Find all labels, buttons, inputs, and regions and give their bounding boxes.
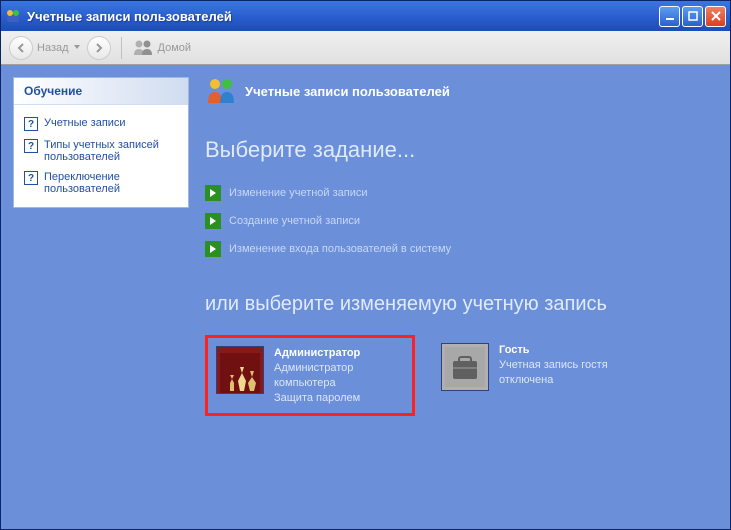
- question-icon: ?: [24, 139, 38, 153]
- titlebar: Учетные записи пользователей: [1, 1, 730, 31]
- maximize-button[interactable]: [682, 6, 703, 27]
- back-arrow-icon: [9, 36, 33, 60]
- help-link-switch-users[interactable]: ? Переключение пользователей: [24, 167, 178, 199]
- forward-arrow-icon: [87, 36, 111, 60]
- task-label: Создание учетной записи: [229, 215, 360, 227]
- account-list: Администратор Администратор компьютера З…: [205, 335, 714, 416]
- task-create-account[interactable]: Создание учетной записи: [205, 207, 714, 235]
- toolbar: Назад Домой: [1, 31, 730, 65]
- help-link-label: Переключение пользователей: [44, 171, 178, 195]
- users-icon: [205, 75, 237, 107]
- task-change-account[interactable]: Изменение учетной записи: [205, 179, 714, 207]
- help-link-accounts[interactable]: ? Учетные записи: [24, 113, 178, 135]
- account-guest[interactable]: Гость Учетная запись гостя отключена: [433, 335, 643, 416]
- task-label: Изменение входа пользователей в систему: [229, 243, 451, 255]
- arrow-icon: [205, 185, 221, 201]
- task-heading: Выберите задание...: [205, 137, 714, 163]
- app-icon: [5, 8, 21, 24]
- question-icon: ?: [24, 171, 38, 185]
- task-change-logon[interactable]: Изменение входа пользователей в систему: [205, 235, 714, 263]
- account-status: Защита паролем: [274, 391, 404, 406]
- forward-button[interactable]: [87, 36, 111, 60]
- account-picture-briefcase-icon: [441, 343, 489, 391]
- learn-panel: Обучение ? Учетные записи ? Типы учетных…: [13, 77, 189, 208]
- account-administrator[interactable]: Администратор Администратор компьютера З…: [205, 335, 415, 416]
- account-info: Администратор Администратор компьютера З…: [274, 346, 404, 405]
- arrow-icon: [205, 241, 221, 257]
- account-info: Гость Учетная запись гостя отключена: [499, 343, 635, 408]
- back-dropdown-icon: [73, 42, 81, 54]
- content-area: Обучение ? Учетные записи ? Типы учетных…: [1, 65, 730, 529]
- window-buttons: [659, 6, 726, 27]
- task-label: Изменение учетной записи: [229, 187, 368, 199]
- back-button[interactable]: Назад: [9, 36, 81, 60]
- account-name: Администратор: [274, 346, 404, 361]
- accounts-heading: или выберите изменяемую учетную запись: [205, 291, 714, 317]
- task-section: Выберите задание... Изменение учетной за…: [201, 117, 718, 416]
- help-link-label: Учетные записи: [44, 117, 126, 129]
- window: Учетные записи пользователей Назад Домой…: [0, 0, 731, 530]
- account-role: Администратор компьютера: [274, 361, 404, 391]
- account-name: Гость: [499, 343, 635, 358]
- main-pane: Учетные записи пользователей Выберите за…: [201, 65, 730, 529]
- learn-panel-body: ? Учетные записи ? Типы учетных записей …: [14, 105, 188, 207]
- close-button[interactable]: [705, 6, 726, 27]
- home-label: Домой: [158, 42, 192, 54]
- question-icon: ?: [24, 117, 38, 131]
- window-title: Учетные записи пользователей: [27, 9, 659, 24]
- minimize-button[interactable]: [659, 6, 680, 27]
- back-label: Назад: [37, 42, 69, 54]
- account-role: Учетная запись гостя отключена: [499, 358, 635, 388]
- help-link-account-types[interactable]: ? Типы учетных записей пользователей: [24, 135, 178, 167]
- main-header-title: Учетные записи пользователей: [245, 84, 450, 99]
- home-people-icon: [132, 37, 154, 59]
- learn-panel-title: Обучение: [14, 78, 188, 105]
- arrow-icon: [205, 213, 221, 229]
- main-header: Учетные записи пользователей: [201, 65, 718, 117]
- toolbar-separator: [121, 37, 122, 59]
- account-picture-chess-icon: [216, 346, 264, 394]
- sidebar: Обучение ? Учетные записи ? Типы учетных…: [1, 65, 201, 529]
- home-button[interactable]: Домой: [132, 37, 192, 59]
- help-link-label: Типы учетных записей пользователей: [44, 139, 178, 163]
